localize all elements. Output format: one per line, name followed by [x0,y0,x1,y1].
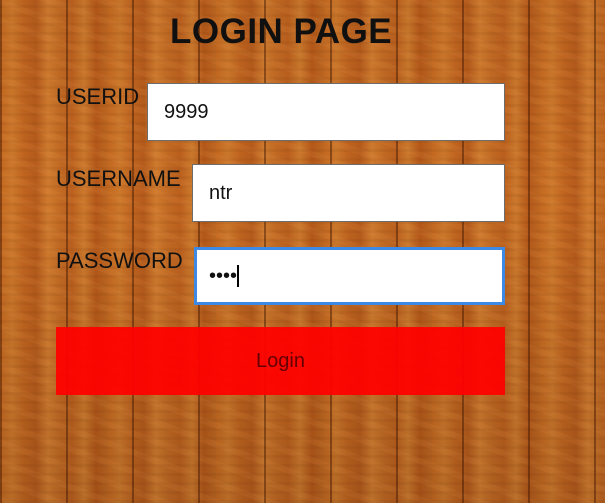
username-input[interactable] [192,164,505,222]
username-label: USERNAME [56,166,181,191]
page-title: LOGIN PAGE [170,12,393,51]
userid-label: USERID [56,84,140,109]
password-label: PASSWORD [56,248,183,273]
login-button[interactable]: Login [56,327,505,395]
userid-input[interactable] [147,83,505,141]
text-caret [237,265,239,287]
password-input[interactable] [194,247,505,305]
